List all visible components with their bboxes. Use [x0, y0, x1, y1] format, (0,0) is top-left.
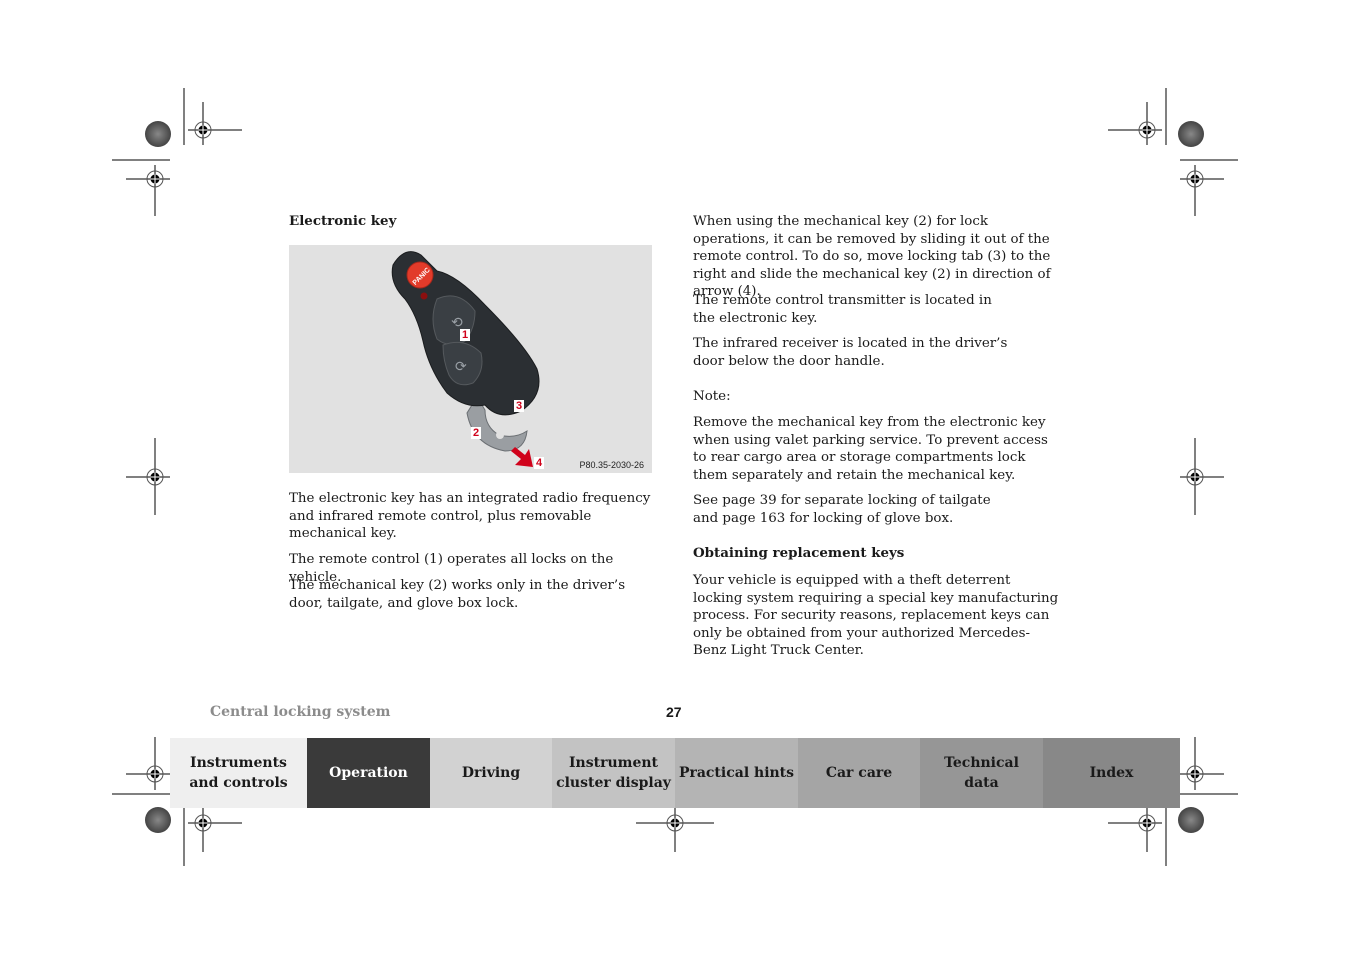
note-paragraph: See page 39 for separate locking of tail…: [693, 493, 991, 526]
section-title: Electronic key: [289, 213, 397, 229]
paragraph: The infrared receiver is located in the …: [693, 336, 1008, 369]
color-dot-icon: [145, 121, 171, 147]
footer-section-name: Central locking system: [210, 704, 391, 720]
page-number: 27: [666, 704, 682, 720]
paragraph: The remote control transmitter is locate…: [693, 293, 992, 326]
tab-instruments-and-controls[interactable]: Instruments and controls: [170, 738, 307, 808]
arrow-direction-icon: [511, 447, 533, 467]
subheading: Obtaining replacement keys: [693, 545, 905, 561]
tab-technical-data[interactable]: Technical data: [920, 738, 1043, 808]
tab-instrument-cluster-display[interactable]: Instrument cluster display: [552, 738, 675, 808]
figure-code: P80.35-2030-26: [579, 460, 644, 470]
paragraph: Your vehicle is equipped with a theft de…: [693, 573, 1059, 659]
svg-text:⟳: ⟳: [455, 359, 467, 375]
note-label: Note:: [693, 389, 731, 404]
led-icon: [420, 292, 428, 300]
chapter-nav: Instruments and controls Operation Drivin…: [170, 738, 1180, 808]
tab-index[interactable]: Index: [1043, 738, 1180, 808]
tab-practical-hints[interactable]: Practical hints: [675, 738, 798, 808]
tab-operation[interactable]: Operation: [307, 738, 430, 808]
callout-3: 3: [514, 400, 525, 412]
electronic-key-figure: ⟲ ⟳ PANIC 1 2 3 4 P80.35-2030-26: [289, 245, 652, 473]
tab-car-care[interactable]: Car care: [798, 738, 920, 808]
note-paragraph: Remove the mechanical key from the elect…: [693, 415, 1048, 483]
callout-2: 2: [471, 427, 482, 439]
paragraph: The mechanical key (2) works only in the…: [289, 578, 626, 611]
crop-marks-svg: [112, 88, 1238, 866]
paragraph: When using the mechanical key (2) for lo…: [693, 214, 1051, 300]
callout-4: 4: [534, 457, 545, 469]
callout-1: 1: [460, 329, 471, 341]
tab-driving[interactable]: Driving: [430, 738, 552, 808]
paragraph: The electronic key has an integrated rad…: [289, 491, 651, 542]
